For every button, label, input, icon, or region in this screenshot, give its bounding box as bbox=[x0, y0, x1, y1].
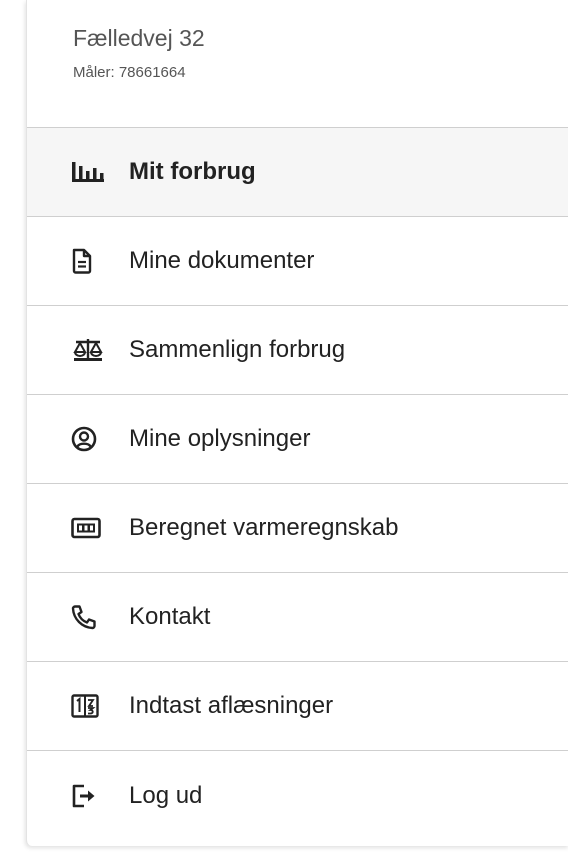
menu-item-label: Sammenlign forbrug bbox=[129, 336, 346, 363]
menu-item-label: Log ud bbox=[129, 781, 203, 809]
menu-item-beregnet-varmeregnskab[interactable]: Beregnet varmeregnskab bbox=[27, 484, 568, 573]
number-keypad-icon bbox=[71, 693, 105, 719]
menu-item-label: Indtast aflæsninger bbox=[129, 692, 334, 719]
phone-icon bbox=[71, 604, 105, 630]
menu-item-label: Mit forbrug bbox=[129, 158, 256, 185]
menu-item-mit-forbrug[interactable]: Mit forbrug bbox=[27, 128, 568, 217]
user-circle-icon bbox=[71, 426, 105, 452]
address-header: Fælledvej 32 Måler: 78661664 bbox=[27, 0, 568, 128]
document-icon bbox=[71, 248, 105, 274]
meter-display-icon bbox=[71, 515, 105, 541]
menu-item-label: Mine dokumenter bbox=[129, 247, 315, 274]
bar-chart-icon bbox=[71, 159, 105, 185]
menu-item-mine-oplysninger[interactable]: Mine oplysninger bbox=[27, 395, 568, 484]
meter-number: Måler: 78661664 bbox=[73, 64, 186, 81]
menu-item-label: Beregnet varmeregnskab bbox=[129, 514, 399, 541]
menu-item-label: Mine oplysninger bbox=[129, 425, 311, 452]
logout-icon bbox=[71, 783, 105, 809]
address-street: Fælledvej 32 bbox=[73, 25, 205, 51]
menu-item-label: Kontakt bbox=[129, 603, 211, 630]
menu-item-mine-dokumenter[interactable]: Mine dokumenter bbox=[27, 217, 568, 306]
page: Fælledvej 32 Måler: 78661664 Mit forbrug bbox=[0, 0, 568, 856]
menu-item-log-ud[interactable]: Log ud bbox=[27, 751, 568, 840]
menu-item-kontakt[interactable]: Kontakt bbox=[27, 573, 568, 662]
menu-list: Mit forbrug Mine dokumenter Sammenlign f… bbox=[27, 128, 568, 840]
account-menu-panel: Fælledvej 32 Måler: 78661664 Mit forbrug bbox=[26, 0, 568, 846]
menu-item-indtast-aflaesninger[interactable]: Indtast aflæsninger bbox=[27, 662, 568, 751]
menu-item-sammenlign-forbrug[interactable]: Sammenlign forbrug bbox=[27, 306, 568, 395]
scales-icon bbox=[71, 337, 105, 363]
